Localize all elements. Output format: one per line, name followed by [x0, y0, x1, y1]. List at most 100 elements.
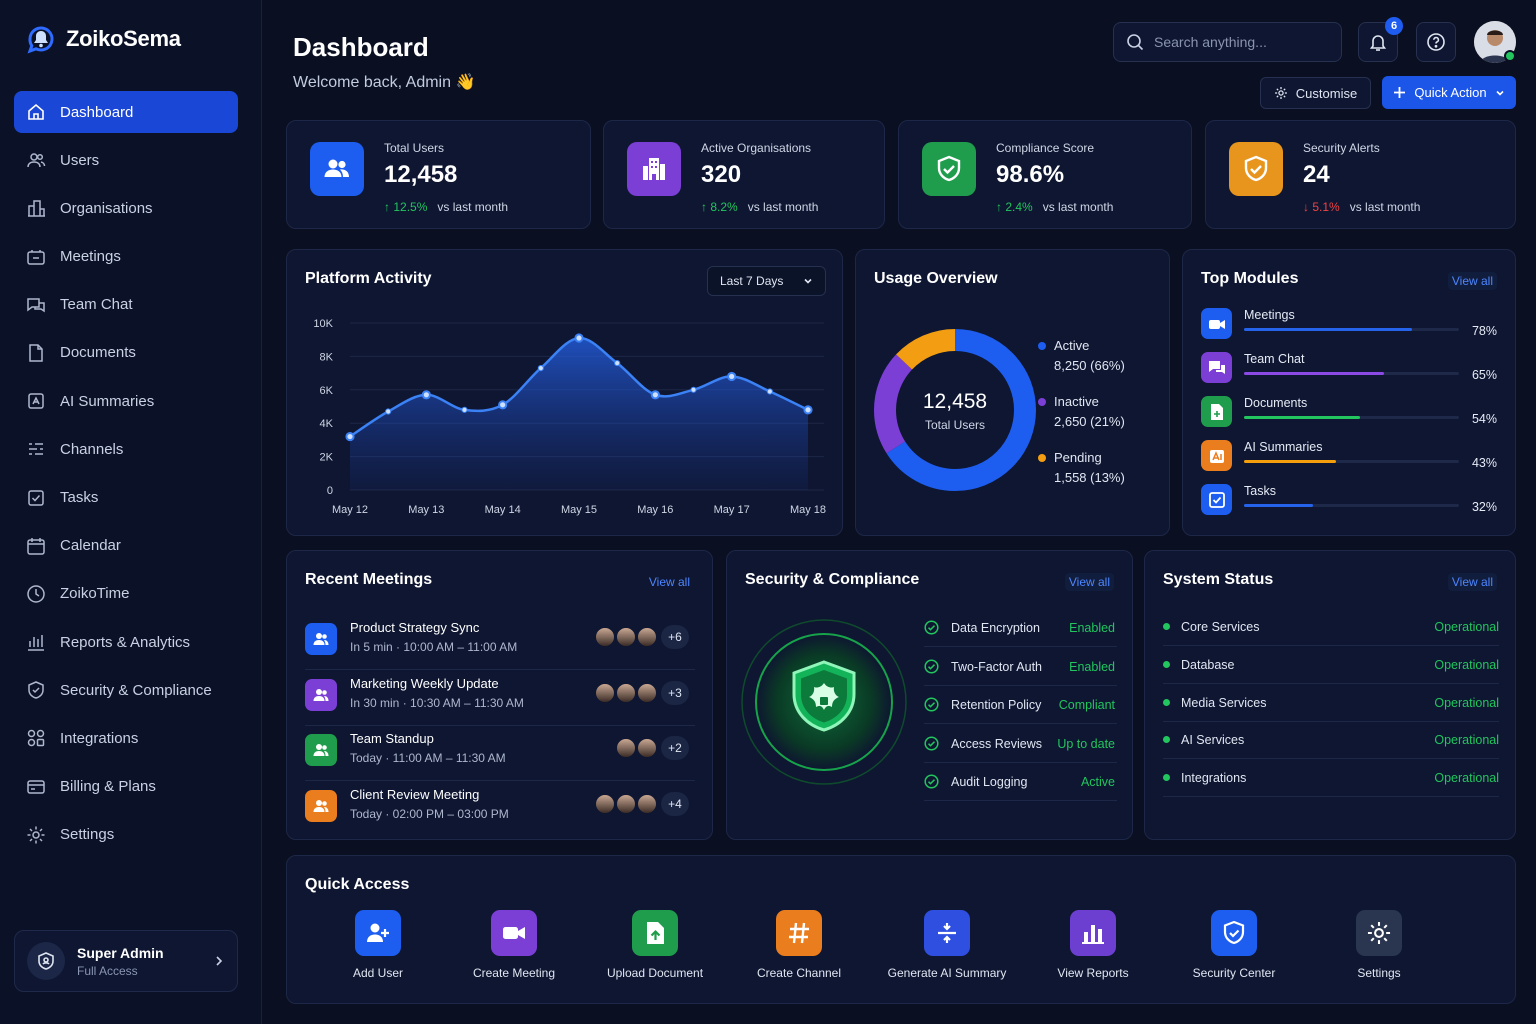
- stat-card-security-alerts[interactable]: Security Alerts 24 ↓ 5.1% vs last month: [1205, 120, 1516, 229]
- service-status: Operational: [1434, 733, 1499, 748]
- sidebar-item-documents[interactable]: Documents: [14, 332, 238, 374]
- quick-upload-document[interactable]: Upload Document: [580, 910, 730, 980]
- logo-icon: [27, 26, 54, 54]
- quick-create-meeting[interactable]: Create Meeting: [439, 910, 589, 980]
- meetings-icon: [27, 249, 45, 265]
- service-status: Operational: [1434, 657, 1499, 672]
- customise-button[interactable]: Customise: [1260, 77, 1371, 109]
- sidebar-item-security[interactable]: Security & Compliance: [14, 669, 238, 711]
- ai-icon: [28, 393, 44, 409]
- view-all-link[interactable]: View all: [1447, 573, 1497, 591]
- system-status-row[interactable]: Database Operational: [1163, 646, 1499, 684]
- notifications-button[interactable]: 6: [1358, 17, 1403, 62]
- donut-total: 12,458: [922, 390, 988, 413]
- quick-access-card: Quick Access Add User Create Meeting Upl…: [286, 855, 1516, 1004]
- home-icon: [28, 103, 44, 120]
- module-meetings[interactable]: Meetings 78%: [1201, 308, 1497, 340]
- avatar: [636, 681, 658, 704]
- meeting-row[interactable]: Product Strategy Sync In 5 min · 10:00 A…: [305, 614, 695, 670]
- module-tasks[interactable]: Tasks 32%: [1201, 484, 1497, 516]
- sidebar-item-users[interactable]: Users: [14, 139, 238, 181]
- stat-card-total-users[interactable]: Total Users 12,458 ↑ 12.5% vs last month: [286, 120, 591, 229]
- system-status-row[interactable]: Core Services Operational: [1163, 608, 1499, 646]
- system-status-row[interactable]: Integrations Operational: [1163, 759, 1499, 798]
- search-input[interactable]: [1154, 34, 1314, 50]
- sidebar-item-ai-summaries[interactable]: AI Summaries: [14, 380, 238, 422]
- sidebar-item-label: Integrations: [60, 729, 139, 747]
- settings-icon: [27, 826, 45, 844]
- meeting-row[interactable]: Marketing Weekly Update In 30 min · 10:3…: [305, 670, 695, 726]
- data-point[interactable]: [574, 333, 584, 343]
- sidebar-item-label: Calendar: [60, 537, 121, 555]
- stat-card-active-organisations[interactable]: Active Organisations 320 ↑ 8.2% vs last …: [603, 120, 885, 229]
- view-all-link[interactable]: View all: [645, 573, 694, 591]
- sidebar-item-organisations[interactable]: Organisations: [14, 187, 238, 229]
- data-point[interactable]: [345, 431, 355, 442]
- chevron-right-icon: [216, 956, 223, 966]
- quick-generate-ai-summary[interactable]: Generate AI Summary: [872, 910, 1022, 980]
- data-point[interactable]: [498, 400, 508, 410]
- security-item[interactable]: Retention Policy Compliant: [924, 686, 1117, 724]
- sidebar-item-channels[interactable]: Channels: [14, 428, 238, 470]
- meeting-time: In 5 min · 10:00 AM – 11:00 AM: [350, 640, 518, 654]
- quick-settings[interactable]: Settings: [1304, 910, 1454, 980]
- data-point[interactable]: [727, 371, 737, 382]
- module-ai-summaries[interactable]: AI Summaries 43%: [1201, 440, 1497, 472]
- data-point[interactable]: [421, 390, 431, 400]
- app-logo[interactable]: ZoikoSema: [24, 22, 181, 56]
- system-status-row[interactable]: AI Services Operational: [1163, 721, 1499, 760]
- system-status-row[interactable]: Media Services Operational: [1163, 684, 1499, 722]
- user-role: Full Access: [77, 963, 138, 978]
- user-profile-card[interactable]: Super Admin Full Access: [14, 930, 238, 992]
- sidebar-item-tasks[interactable]: Tasks: [14, 477, 238, 519]
- security-item[interactable]: Data Encryption Enabled: [924, 609, 1117, 647]
- security-item[interactable]: Audit Logging Active: [924, 763, 1117, 801]
- meeting-title: Client Review Meeting: [350, 786, 480, 802]
- building-icon: [28, 200, 45, 218]
- quick-add-user[interactable]: Add User: [303, 910, 453, 980]
- data-point[interactable]: [803, 405, 813, 415]
- module-documents[interactable]: Documents 54%: [1201, 396, 1497, 428]
- more-attendees-badge: +4: [661, 791, 689, 816]
- module-team-chat[interactable]: Team Chat 65%: [1201, 352, 1497, 384]
- meeting-row[interactable]: Client Review Meeting Today · 02:00 PM –…: [305, 781, 695, 837]
- data-point[interactable]: [690, 386, 697, 393]
- sidebar-item-meetings[interactable]: Meetings: [14, 236, 238, 278]
- quick-security-center[interactable]: Security Center: [1159, 910, 1309, 980]
- data-point[interactable]: [766, 388, 773, 395]
- security-item[interactable]: Access Reviews Up to date: [924, 725, 1117, 763]
- security-item[interactable]: Two-Factor Auth Enabled: [924, 648, 1117, 686]
- help-button[interactable]: [1416, 22, 1456, 62]
- integrations-icon: [27, 730, 45, 747]
- sidebar-item-reports[interactable]: Reports & Analytics: [14, 621, 238, 663]
- card-title: Recent Meetings: [305, 571, 433, 588]
- sidebar-item-integrations[interactable]: Integrations: [14, 717, 238, 759]
- data-point[interactable]: [614, 359, 621, 367]
- stat-label: Active Organisations: [701, 141, 812, 155]
- meeting-row[interactable]: Team Standup Today · 11:00 AM – 11:30 AM…: [305, 725, 695, 781]
- sidebar-item-settings[interactable]: Settings: [14, 814, 238, 856]
- quick-view-reports[interactable]: View Reports: [1018, 910, 1168, 980]
- data-point[interactable]: [537, 364, 544, 372]
- view-all-link[interactable]: View all: [1447, 272, 1497, 290]
- stat-card-compliance-score[interactable]: Compliance Score 98.6% ↑ 2.4% vs last mo…: [898, 120, 1192, 229]
- check-circle-icon: [924, 658, 939, 674]
- data-point[interactable]: [650, 390, 660, 400]
- sidebar-item-zoikotime[interactable]: ZoikoTime: [14, 573, 238, 615]
- meeting-time: In 30 min · 10:30 AM – 11:30 AM: [350, 695, 524, 710]
- view-all-link[interactable]: View all: [1064, 573, 1114, 591]
- sidebar-item-label: ZoikoTime: [60, 585, 130, 603]
- tasks-icon: [1201, 484, 1232, 515]
- quick-action-button[interactable]: Quick Action: [1382, 76, 1516, 109]
- arrow-up-icon: ↑: [701, 200, 711, 214]
- data-point[interactable]: [385, 408, 392, 415]
- sidebar-item-team-chat[interactable]: Team Chat: [14, 284, 238, 326]
- avatar: [615, 681, 637, 704]
- sidebar-item-dashboard[interactable]: Dashboard: [14, 91, 238, 133]
- sidebar-item-calendar[interactable]: Calendar: [14, 525, 238, 567]
- more-attendees-badge: +6: [661, 625, 689, 649]
- quick-create-channel[interactable]: Create Channel: [724, 910, 874, 980]
- data-point[interactable]: [461, 406, 468, 413]
- sidebar-item-billing[interactable]: Billing & Plans: [14, 766, 238, 808]
- search-box[interactable]: [1113, 22, 1342, 62]
